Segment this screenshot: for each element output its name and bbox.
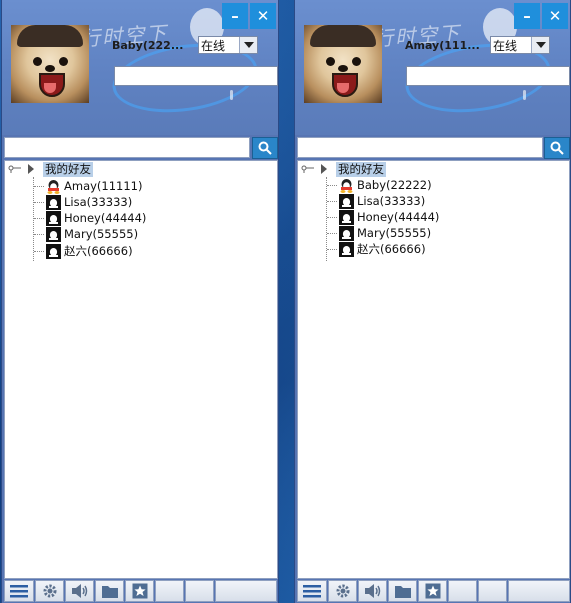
friend-name: 赵六(66666) — [64, 244, 133, 258]
toolbar-empty-slot[interactable] — [448, 580, 477, 602]
qq-offline-icon — [46, 194, 61, 210]
friend-item[interactable]: Honey(44444) — [327, 209, 439, 225]
status-dropdown[interactable]: 在线 — [490, 36, 550, 54]
files-button[interactable] — [95, 580, 124, 602]
friend-name: Honey(44444) — [64, 211, 147, 225]
nickname: Amay(111... — [405, 39, 480, 52]
friend-name: Lisa(33333) — [64, 195, 133, 209]
avatar[interactable] — [11, 25, 89, 103]
status-value: 在线 — [201, 38, 226, 53]
key-icon — [301, 165, 314, 173]
chevron-down-icon[interactable] — [531, 37, 549, 53]
menu-button[interactable] — [297, 580, 327, 602]
search-bar — [4, 137, 278, 159]
chat-window-baby: 行时空下 Baby(222... 在线 – ✕ 我的好友 Amay(11111)… — [2, 0, 278, 603]
files-button[interactable] — [388, 580, 417, 602]
close-button[interactable]: ✕ — [542, 3, 568, 29]
search-button[interactable] — [544, 137, 570, 159]
sound-button[interactable] — [358, 580, 387, 602]
menu-icon — [10, 585, 28, 598]
speaker-icon — [71, 584, 87, 598]
friend-item[interactable]: Baby(22222) — [327, 177, 432, 193]
chevron-down-icon[interactable] — [239, 37, 257, 53]
gear-icon — [43, 584, 56, 598]
bottom-toolbar — [297, 580, 570, 602]
friend-item[interactable]: 赵六(66666) — [327, 241, 426, 257]
speaker-icon — [364, 584, 380, 598]
friend-tree: 我的好友 Baby(22222) Lisa(33333) Honey(44444… — [297, 160, 570, 579]
expand-toggle-icon[interactable] — [321, 164, 327, 174]
header-decoration — [523, 90, 526, 100]
star-icon — [425, 583, 440, 599]
toolbar-empty-slot[interactable] — [215, 580, 277, 602]
settings-button[interactable] — [328, 580, 357, 602]
friend-name: 赵六(66666) — [357, 242, 426, 256]
friend-name: Amay(11111) — [64, 179, 143, 193]
status-value: 在线 — [493, 38, 518, 53]
qq-offline-icon — [46, 243, 61, 259]
favorites-button[interactable] — [125, 580, 154, 602]
menu-button[interactable] — [4, 580, 34, 602]
toolbar-empty-slot[interactable] — [155, 580, 184, 602]
settings-button[interactable] — [35, 580, 64, 602]
minimize-button[interactable]: – — [514, 3, 540, 29]
friend-item[interactable]: Lisa(33333) — [34, 194, 132, 210]
qq-offline-icon — [339, 225, 354, 241]
friend-name: Mary(55555) — [64, 227, 139, 241]
qq-online-icon — [339, 177, 354, 193]
friend-item[interactable]: 赵六(66666) — [34, 243, 133, 259]
signature-input[interactable] — [114, 66, 278, 86]
friend-name: Baby(22222) — [357, 178, 432, 192]
sound-button[interactable] — [65, 580, 94, 602]
qq-offline-icon — [339, 241, 354, 257]
minimize-button[interactable]: – — [222, 3, 248, 29]
friend-name: Mary(55555) — [357, 226, 432, 240]
friend-item[interactable]: Lisa(33333) — [327, 193, 425, 209]
search-input[interactable] — [4, 137, 250, 158]
friend-item[interactable]: Honey(44444) — [34, 210, 146, 226]
key-icon — [8, 165, 21, 173]
friend-name: Honey(44444) — [357, 210, 440, 224]
close-button[interactable]: ✕ — [250, 3, 276, 29]
toolbar-empty-slot[interactable] — [185, 580, 214, 602]
friend-item[interactable]: Amay(11111) — [34, 178, 142, 194]
search-input[interactable] — [297, 137, 543, 158]
friend-item[interactable]: Mary(55555) — [34, 226, 138, 242]
qq-online-icon — [46, 178, 61, 194]
group-my-friends[interactable]: 我的好友 — [43, 162, 93, 177]
search-button[interactable] — [252, 137, 278, 159]
group-my-friends[interactable]: 我的好友 — [336, 162, 386, 177]
favorites-button[interactable] — [418, 580, 447, 602]
nickname: Baby(222... — [112, 39, 184, 52]
qq-offline-icon — [339, 193, 354, 209]
friend-name: Lisa(33333) — [357, 194, 426, 208]
gear-icon — [336, 584, 349, 598]
search-icon — [258, 141, 272, 155]
toolbar-empty-slot[interactable] — [478, 580, 507, 602]
expand-toggle-icon[interactable] — [28, 164, 34, 174]
bottom-toolbar — [4, 580, 278, 602]
header-decoration — [230, 90, 233, 100]
qq-offline-icon — [46, 210, 61, 226]
status-dropdown[interactable]: 在线 — [198, 36, 258, 54]
search-icon — [550, 141, 564, 155]
qq-offline-icon — [339, 209, 354, 225]
folder-icon — [394, 585, 411, 598]
friend-tree: 我的好友 Amay(11111) Lisa(33333) Honey(44444… — [4, 160, 278, 579]
toolbar-empty-slot[interactable] — [508, 580, 570, 602]
menu-icon — [303, 585, 321, 598]
qq-offline-icon — [46, 226, 61, 242]
search-bar — [297, 137, 570, 159]
chat-window-amay: 行时空下 Amay(111... 在线 – ✕ 我的好友 Baby(22222)… — [295, 0, 570, 603]
folder-icon — [101, 585, 118, 598]
avatar[interactable] — [304, 25, 382, 103]
friend-item[interactable]: Mary(55555) — [327, 225, 431, 241]
signature-input[interactable] — [406, 66, 570, 86]
star-icon — [132, 583, 147, 599]
